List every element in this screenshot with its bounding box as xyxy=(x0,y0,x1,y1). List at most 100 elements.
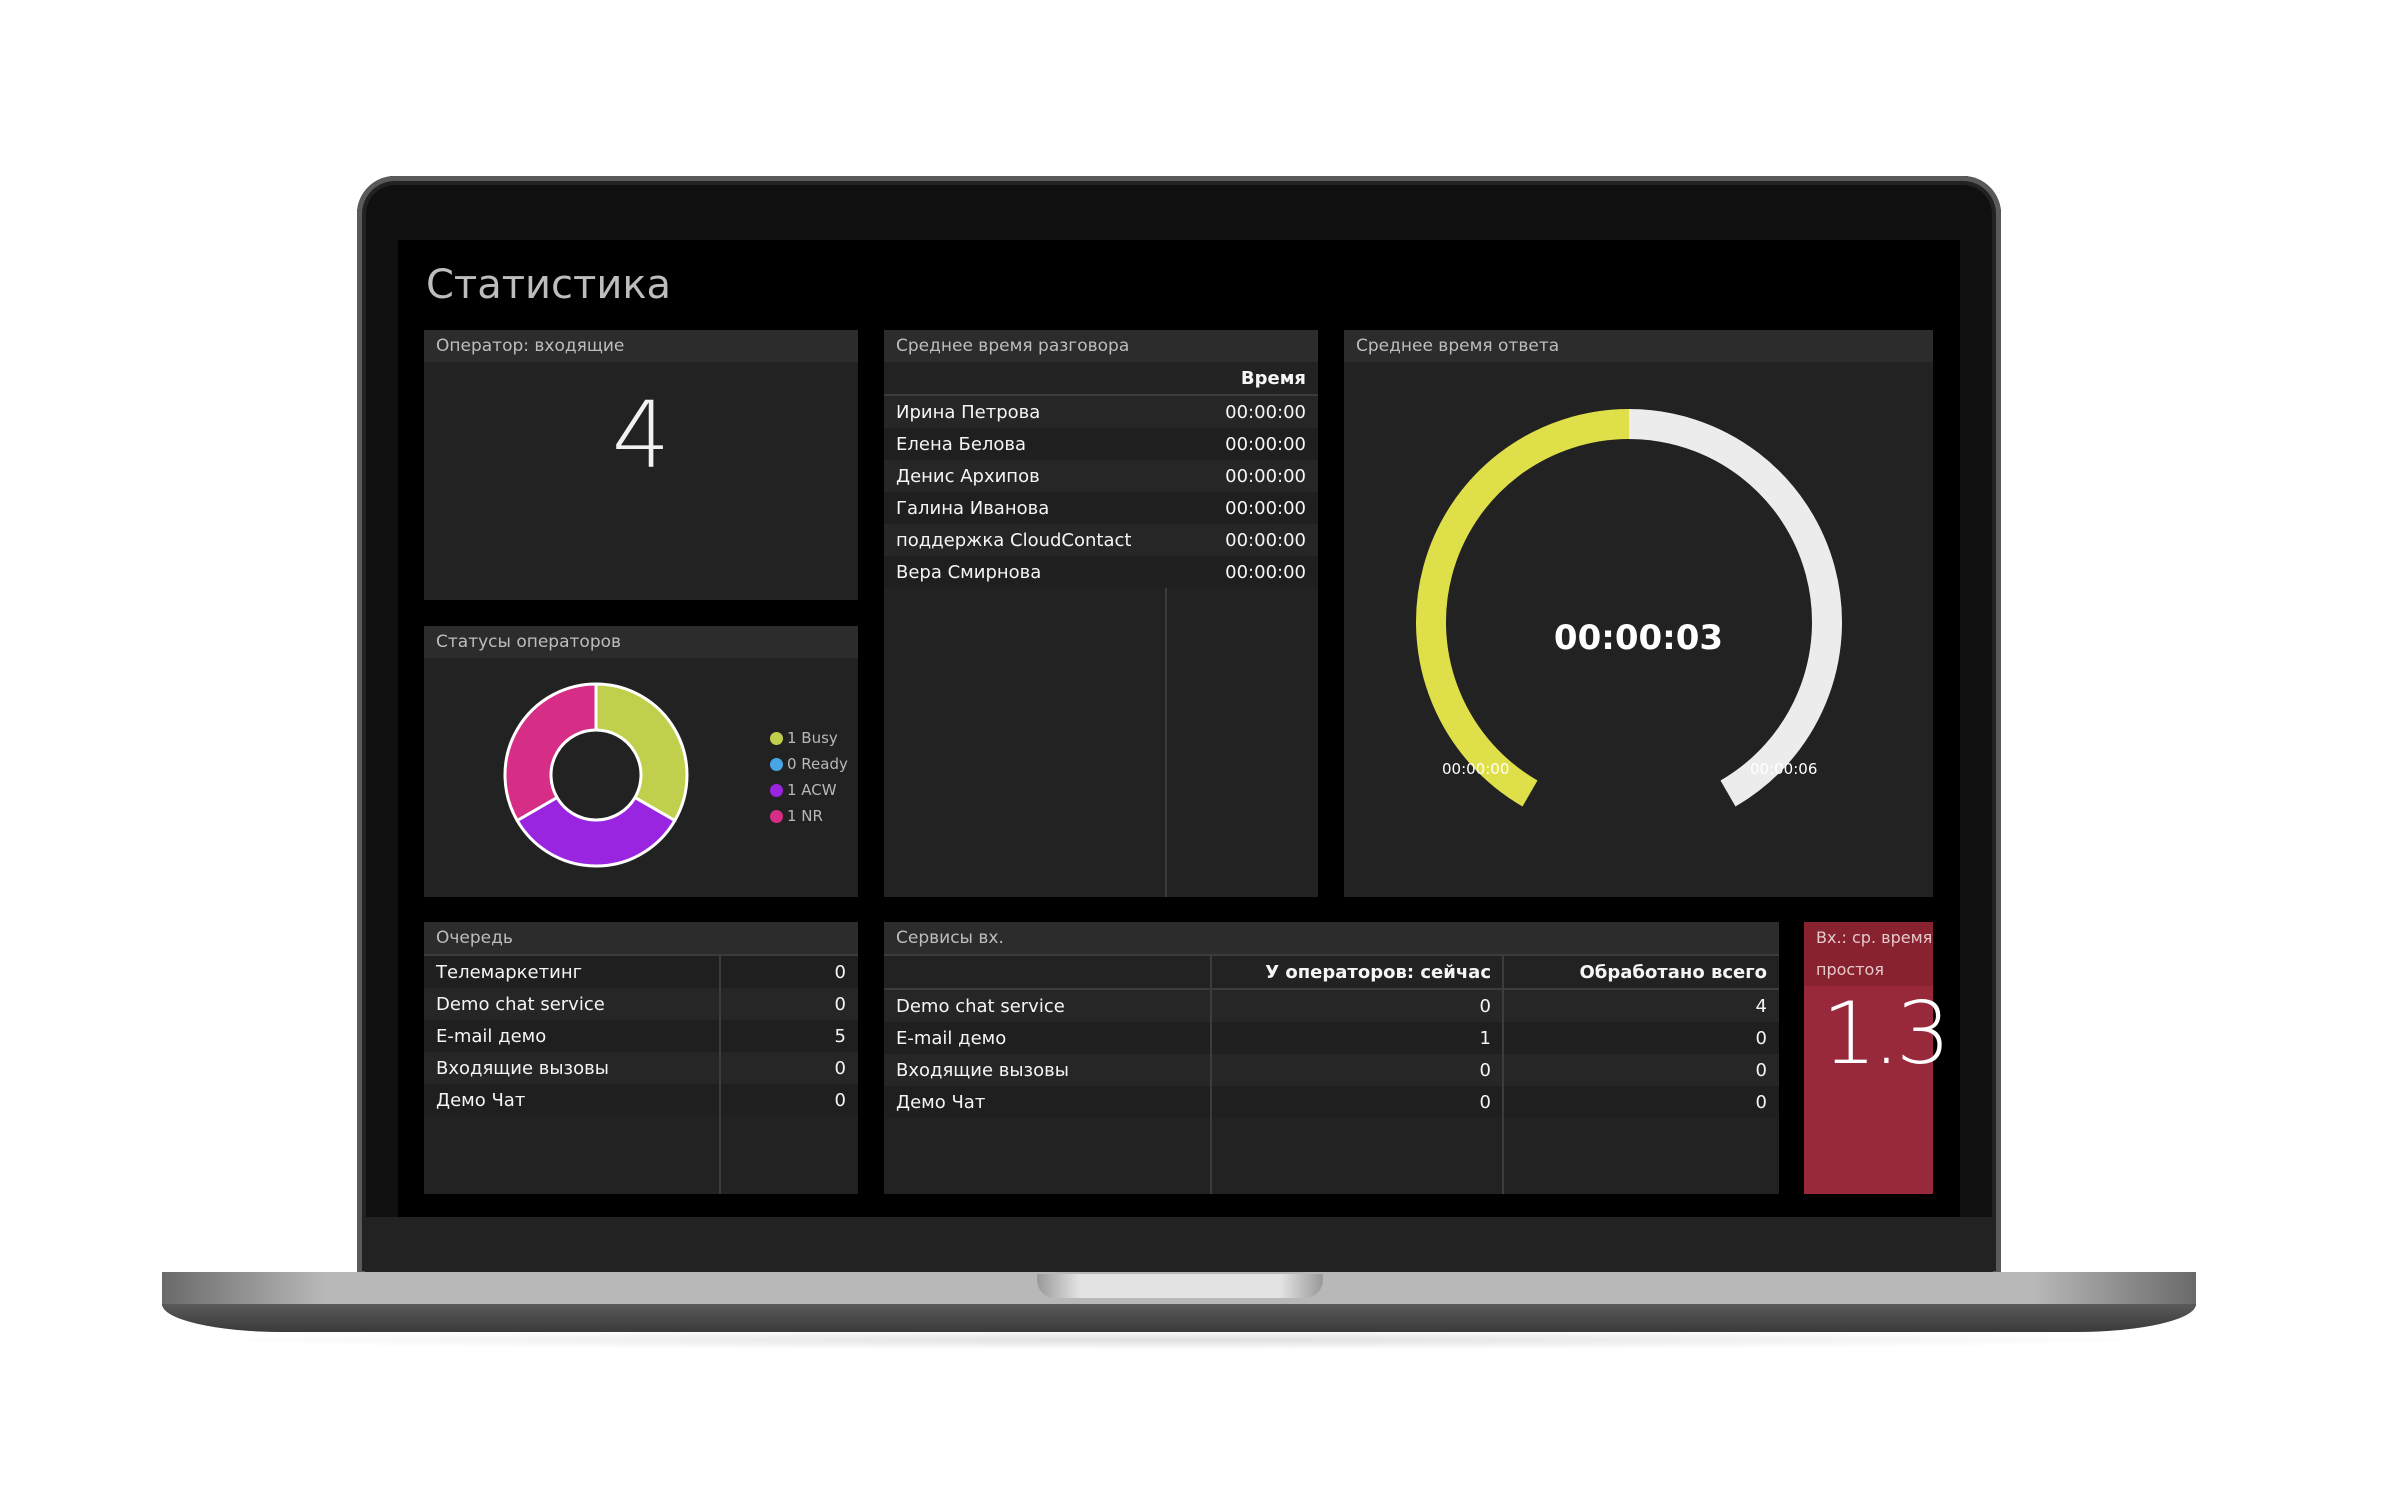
table-row: Ирина Петрова 00:00:00 xyxy=(884,395,1318,428)
queue-value: 0 xyxy=(791,956,858,988)
table-row: E-mail демо 1 0 xyxy=(884,1022,1779,1054)
operator-name: Ирина Петрова xyxy=(884,395,1194,428)
legend-dot xyxy=(770,783,783,797)
operator-incoming-value: 4 xyxy=(611,382,671,489)
legend-item-ready: 0 Ready xyxy=(770,751,848,777)
gauge-max-label: 00:00:06 xyxy=(1750,760,1818,778)
talk-time: 00:00:00 xyxy=(1193,556,1318,588)
status-legend: 1 Busy 0 Ready 1 ACW 1 NR xyxy=(770,725,848,829)
operator-incoming-panel: Оператор: входящие 4 xyxy=(424,330,858,600)
legend-item-busy: 1 Busy xyxy=(770,725,848,751)
services-incoming-panel: Сервисы вх. У операторов: сейчас Обработ… xyxy=(884,922,1779,1194)
laptop-bezel xyxy=(365,1217,1993,1273)
talk-time: 00:00:00 xyxy=(1193,524,1318,556)
service-name: Демо Чат xyxy=(884,1086,1211,1118)
legend-dot xyxy=(770,757,783,771)
service-now: 0 xyxy=(1211,989,1503,1022)
avg-answer-time-panel: Среднее время ответа 00:00:03 00:00:00 0… xyxy=(1344,330,1933,897)
table-row: E-mail демо 5 xyxy=(424,1020,858,1052)
queue-name: E-mail демо xyxy=(424,1020,792,1052)
queue-value: 5 xyxy=(791,1020,858,1052)
service-total: 0 xyxy=(1503,1086,1779,1118)
column-header-total: Обработано всего xyxy=(1503,956,1779,989)
table-row: Телемаркетинг 0 xyxy=(424,956,858,988)
gauge-track xyxy=(1628,409,1842,807)
talk-time: 00:00:00 xyxy=(1193,460,1318,492)
queue-name: Demo chat service xyxy=(424,988,792,1020)
column-header-service xyxy=(884,956,1211,989)
service-now: 0 xyxy=(1211,1086,1503,1118)
avg-idle-time-panel: Вх.: ср. время простоя 1.3 xyxy=(1804,922,1951,1194)
queue-value: 0 xyxy=(791,1052,858,1084)
table-row: поддержка CloudContact 00:00:00 xyxy=(884,524,1318,556)
column-divider xyxy=(1502,956,1504,1194)
table-row: Demo chat service 0 xyxy=(424,988,858,1020)
panel-title: Сервисы вх. xyxy=(884,922,1779,956)
operator-name: Галина Иванова xyxy=(884,492,1194,524)
legend-label: 0 Ready xyxy=(787,755,848,773)
page-title: Статистика xyxy=(426,262,671,308)
table-row: Demo chat service 0 4 xyxy=(884,989,1779,1022)
service-total: 0 xyxy=(1503,1022,1779,1054)
panel-title: Вх.: ср. время простоя xyxy=(1804,922,1933,986)
service-now: 1 xyxy=(1211,1022,1503,1054)
avg-talk-time-panel: Среднее время разговора Время Ирина Петр… xyxy=(884,330,1318,897)
service-total: 0 xyxy=(1503,1054,1779,1086)
panel-title: Очередь xyxy=(424,922,858,956)
panel-title: Среднее время ответа xyxy=(1344,330,1933,362)
gauge-min-label: 00:00:00 xyxy=(1442,760,1510,778)
queue-name: Демо Чат xyxy=(424,1084,792,1116)
column-divider xyxy=(1210,956,1212,1194)
table-row: Галина Иванова 00:00:00 xyxy=(884,492,1318,524)
avg-idle-time-value: 1.3 xyxy=(1822,984,1951,1084)
column-divider xyxy=(719,956,721,1194)
talk-time: 00:00:00 xyxy=(1193,492,1318,524)
operator-name: Вера Смирнова xyxy=(884,556,1194,588)
laptop-notch xyxy=(1037,1274,1323,1298)
donut-slice-nr xyxy=(503,682,598,823)
talk-time: 00:00:00 xyxy=(1193,395,1318,428)
queue-table: Телемаркетинг 0 Demo chat service 0 E-mail… xyxy=(424,956,858,1116)
panel-title: Среднее время разговора xyxy=(884,330,1318,362)
legend-item-nr: 1 NR xyxy=(770,803,848,829)
queue-name: Телемаркетинг xyxy=(424,956,792,988)
table-row: Елена Белова 00:00:00 xyxy=(884,428,1318,460)
table-row: Демо Чат 0 0 xyxy=(884,1086,1779,1118)
panel-title: Оператор: входящие xyxy=(424,330,858,362)
table-row: Входящие вызовы 0 xyxy=(424,1052,858,1084)
table-row: Денис Архипов 00:00:00 xyxy=(884,460,1318,492)
service-name: Входящие вызовы xyxy=(884,1054,1211,1086)
talk-time: 00:00:00 xyxy=(1193,428,1318,460)
services-incoming-table: У операторов: сейчас Обработано всего De… xyxy=(884,956,1779,1118)
legend-item-acw: 1 ACW xyxy=(770,777,848,803)
service-now: 0 xyxy=(1211,1054,1503,1086)
queue-name: Входящие вызовы xyxy=(424,1052,792,1084)
legend-dot xyxy=(770,809,783,823)
legend-label: 1 Busy xyxy=(787,729,838,747)
gauge-fill xyxy=(1416,409,1630,807)
service-total: 4 xyxy=(1503,989,1779,1022)
column-header-time: Время xyxy=(1193,362,1318,395)
column-header-name xyxy=(884,362,1194,395)
legend-label: 1 ACW xyxy=(787,781,837,799)
service-name: E-mail демо xyxy=(884,1022,1211,1054)
operator-name: Денис Архипов xyxy=(884,460,1194,492)
operator-name: поддержка CloudContact xyxy=(884,524,1194,556)
avg-talk-time-table: Время Ирина Петрова 00:00:00 Елена Белова… xyxy=(884,362,1318,588)
gauge-value: 00:00:03 xyxy=(1553,618,1724,658)
queue-value: 0 xyxy=(791,1084,858,1116)
table-row: Вера Смирнова 00:00:00 xyxy=(884,556,1318,588)
table-row: Входящие вызовы 0 0 xyxy=(884,1054,1779,1086)
laptop-base-bottom xyxy=(162,1304,2196,1332)
operator-statuses-panel: Статусы операторов 1 Busy 0 Ready 1 ACW … xyxy=(424,626,858,897)
legend-label: 1 NR xyxy=(787,807,823,825)
laptop-shadow xyxy=(180,1330,2180,1350)
queue-value: 0 xyxy=(791,988,858,1020)
panel-title: Статусы операторов xyxy=(424,626,858,658)
table-row: Демо Чат 0 xyxy=(424,1084,858,1116)
queue-panel: Очередь Телемаркетинг 0 Demo chat service… xyxy=(424,922,858,1194)
service-name: Demo chat service xyxy=(884,989,1211,1022)
operator-name: Елена Белова xyxy=(884,428,1194,460)
legend-dot xyxy=(770,731,783,745)
column-header-now: У операторов: сейчас xyxy=(1211,956,1503,989)
